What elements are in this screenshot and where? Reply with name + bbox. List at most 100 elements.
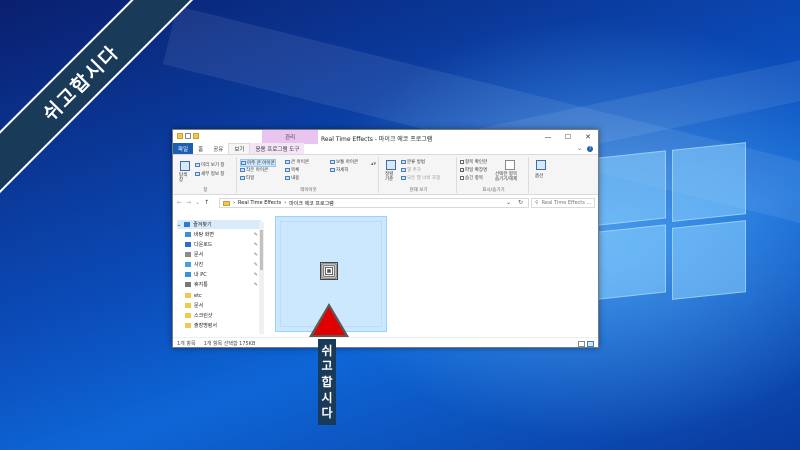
layout-scroll-icon[interactable]: ▴▾ [371,161,376,167]
item-checkboxes-toggle[interactable]: 항목 확인란 [460,159,487,165]
sidebar-item-screenshots[interactable]: 스크린샷 [185,311,261,320]
layout-item-label: 보통 아이콘 [336,160,359,165]
layout-extra-large-icons[interactable]: 아주 큰 아이콘 [240,159,276,167]
back-icon[interactable]: ← [177,199,182,206]
caption-char: 시 [321,390,333,405]
item-checkboxes-label: 항목 확인란 [465,160,488,165]
scrollbar-thumb[interactable] [260,230,263,270]
star-icon [184,222,191,227]
desktop-icon [185,232,191,237]
fit-columns-label: 모든 열 너비 조정 [407,176,441,181]
group-by-button[interactable]: 분류 방법 [401,159,425,165]
address-bar[interactable]: › Real Time Effects › 마이크 에코 프로그램 [219,198,529,208]
sidebar-item-recycle-bin[interactable]: 휴지통 ✎ [185,280,261,289]
breadcrumb-item[interactable]: Real Time Effects [238,200,281,206]
search-box[interactable]: ⚲ Real Time Effects ... [531,198,595,208]
minimize-button[interactable]: — [538,130,558,144]
application-icon [320,262,338,280]
navigation-pane-icon[interactable] [180,161,190,171]
quick-access-toolbar[interactable] [177,133,199,139]
pin-icon: ✎ [253,281,258,288]
layout-medium-icons[interactable]: 보통 아이콘 [330,159,358,165]
status-bar: 1개 항목 1개 항목 선택함 175KB [173,337,598,347]
add-columns-button[interactable]: 열 추가 [401,167,421,173]
collapse-ribbon-icon[interactable]: ⌄ [577,145,582,152]
fit-columns-button[interactable]: 모든 열 너비 조정 [401,175,440,181]
sidebar-item-label: 다운로드 [194,242,213,248]
title-bar[interactable]: 관리 Real Time Effects - 마이크 에코 프로그램 — ☐ ✕ [173,130,598,144]
details-pane-button[interactable]: 세부 정보 창 [195,171,225,177]
sidebar-item-label: etc [194,292,202,299]
window-title: Real Time Effects - 마이크 에코 프로그램 [321,136,433,143]
pin-icon: ✎ [253,261,258,268]
properties-icon[interactable] [185,133,191,139]
new-folder-icon[interactable] [193,133,199,139]
tab-home[interactable]: 홈 [193,143,208,154]
sidebar-item-label: 문서 [194,252,204,258]
address-dropdown-icon[interactable]: ⌄ [506,199,511,206]
sidebar-item-documents-folder[interactable]: 문서 [185,301,261,310]
file-extensions-toggle[interactable]: ✓ 파일 확장명 [460,167,487,173]
layout-item-label: 내용 [291,176,300,181]
options-button[interactable]: 옵션 [535,173,543,179]
hide-selected-icon[interactable] [505,160,515,170]
sidebar-item-documents[interactable]: 문서 ✎ [185,250,261,259]
sidebar-item-desktop[interactable]: 바탕 화면 ✎ [185,230,261,239]
details-view-icon[interactable] [578,341,585,347]
navigation-pane-button[interactable]: 탐색 창 [179,173,187,183]
checkbox-checked-icon: ✓ [460,168,465,173]
sort-by-icon[interactable] [386,160,396,170]
preview-pane-button[interactable]: 미리 보기 창 [195,162,225,168]
layout-content[interactable]: 내용 [285,175,299,181]
file-explorer-window[interactable]: 관리 Real Time Effects - 마이크 에코 프로그램 — ☐ ✕… [172,129,599,348]
sidebar-item-quick-access[interactable]: ⌄ 즐겨찾기 [177,220,261,229]
chevron-down-icon[interactable]: ⌄ [177,222,181,228]
hide-selected-button[interactable]: 선택한 항목 숨기기/해제 [495,172,517,182]
sort-by-button[interactable]: 정렬 기준 [385,172,393,182]
download-icon [185,242,191,247]
layout-details[interactable]: 자세히 [330,167,348,173]
recent-locations-icon[interactable]: ⌄ [195,199,200,206]
add-columns-label: 열 추가 [407,168,421,173]
selection-info: 1개 항목 선택함 175KB [203,341,256,347]
show-hide-group: 항목 확인란 ✓ 파일 확장명 숨긴 항목 선택한 항목 숨기기/해제 표시/숨기… [459,157,529,193]
pin-icon: ✎ [253,271,258,278]
details-pane-icon [195,172,200,176]
refresh-icon[interactable]: ↻ [518,199,523,206]
tab-view[interactable]: 보기 [228,143,251,154]
layout-large-icons[interactable]: 큰 아이콘 [285,159,309,165]
folder-icon [185,303,191,308]
hidden-items-toggle[interactable]: 숨긴 항목 [460,175,483,181]
layout-tiles[interactable]: 타일 [240,175,254,181]
preview-pane-icon [195,163,200,167]
close-button[interactable]: ✕ [578,130,598,144]
large-icons-icon [285,160,290,164]
navigation-pane-scrollbar[interactable] [259,222,264,334]
tab-file[interactable]: 파일 [173,143,194,154]
red-up-arrow-icon [309,303,349,337]
sidebar-item-this-pc[interactable]: 내 PC ✎ [185,270,261,279]
sidebar-item-pictures[interactable]: 사진 ✎ [185,260,261,269]
forward-icon[interactable]: → [186,199,191,206]
up-icon[interactable]: ↑ [204,199,209,206]
sidebar-item-business-trip[interactable]: 출장명령서 [185,321,261,330]
layout-small-icons[interactable]: 작은 아이콘 [240,167,268,173]
layout-item-label: 목록 [291,168,300,173]
navigation-buttons: ← → ⌄ ↑ [177,199,209,206]
maximize-button[interactable]: ☐ [558,130,578,144]
tab-share[interactable]: 공유 [208,143,228,154]
large-icons-view-icon[interactable] [587,341,594,347]
tab-application-tools[interactable]: 응용 프로그램 도구 [250,143,305,154]
address-row: ← → ⌄ ↑ › Real Time Effects › 마이크 에코 프로그… [173,196,598,210]
view-toggle [578,341,594,347]
sidebar-item-etc[interactable]: etc [185,291,261,300]
chevron-right-icon: › [233,200,235,206]
breadcrumb-item[interactable]: 마이크 에코 프로그램 [289,200,334,207]
ribbon-options: ⌄ ? [577,143,598,154]
navigation-pane[interactable]: ⌄ 즐겨찾기 바탕 화면 ✎ 다운로드 ✎ 문서 ✎ 사진 ✎ 내 PC ✎ 휴… [173,220,265,337]
sidebar-item-downloads[interactable]: 다운로드 ✎ [185,240,261,249]
help-icon[interactable]: ? [587,145,593,152]
folder-icon [185,293,191,298]
layout-list[interactable]: 목록 [285,167,299,173]
options-icon[interactable] [536,160,546,170]
